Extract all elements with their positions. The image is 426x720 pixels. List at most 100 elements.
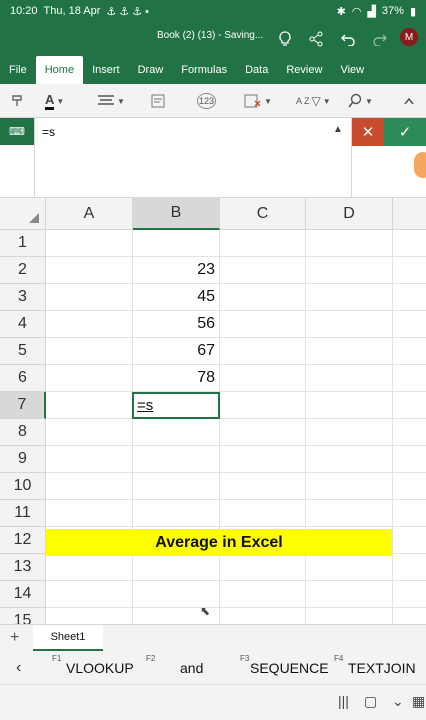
suggestion-textjoin[interactable]: TEXTJOIN <box>348 660 416 676</box>
recent-apps-icon[interactable]: ||| <box>338 693 349 709</box>
sort-filter-button[interactable]: A Z ▽ ▼ <box>296 90 331 112</box>
grid-cell[interactable] <box>220 230 306 257</box>
grid-cell[interactable] <box>306 473 393 500</box>
grid-cell[interactable] <box>393 473 426 500</box>
grid-cell[interactable] <box>133 446 220 473</box>
tab-formulas[interactable]: Formulas <box>172 56 236 84</box>
grid-cell[interactable] <box>133 419 220 446</box>
back-icon[interactable]: ⌄ <box>392 693 404 710</box>
cell-b5[interactable]: 67 <box>133 338 220 365</box>
formula-input[interactable]: =s <box>42 125 55 139</box>
grid-cell[interactable] <box>306 365 393 392</box>
row-header-3[interactable]: 3 <box>0 284 46 311</box>
row-header-11[interactable]: 11 <box>0 500 46 527</box>
grid-cell[interactable] <box>393 230 426 257</box>
banner-average-in-excel[interactable]: Average in Excel <box>46 529 392 556</box>
grid-cell[interactable] <box>306 338 393 365</box>
enter-formula-button[interactable]: ✓ <box>384 118 426 146</box>
grid-cell[interactable] <box>46 446 133 473</box>
cell-b3[interactable]: 45 <box>133 284 220 311</box>
home-icon[interactable]: ▢ <box>364 693 377 710</box>
undo-icon[interactable] <box>337 28 359 50</box>
column-header-e[interactable] <box>393 198 426 230</box>
grid-cell[interactable] <box>306 581 393 608</box>
find-button[interactable]: ▼ <box>347 90 373 112</box>
grid-cell[interactable] <box>46 311 133 338</box>
select-all-corner[interactable] <box>0 198 46 230</box>
user-avatar[interactable]: M <box>400 28 418 46</box>
grid-cell[interactable] <box>220 473 306 500</box>
grid-cell[interactable] <box>133 473 220 500</box>
number-format-button[interactable]: 123 <box>197 90 217 112</box>
grid-cell[interactable] <box>220 365 306 392</box>
tab-insert[interactable]: Insert <box>83 56 129 84</box>
grid-cell[interactable] <box>220 500 306 527</box>
grid-cell[interactable] <box>306 311 393 338</box>
cell-b6[interactable]: 78 <box>133 365 220 392</box>
grid-cell[interactable] <box>220 419 306 446</box>
grid-cell[interactable] <box>306 392 393 419</box>
grid-cell[interactable] <box>46 284 133 311</box>
row-header-1[interactable]: 1 <box>0 230 46 257</box>
grid-cell[interactable] <box>393 284 426 311</box>
cell-b4[interactable]: 56 <box>133 311 220 338</box>
grid-cell[interactable] <box>220 554 306 581</box>
grid-cell[interactable] <box>46 608 133 624</box>
grid-cell[interactable] <box>220 338 306 365</box>
grid-cell[interactable] <box>133 554 220 581</box>
cancel-formula-button[interactable]: ✕ <box>352 118 384 146</box>
row-header-9[interactable]: 9 <box>0 446 46 473</box>
row-header-14[interactable]: 14 <box>0 581 46 608</box>
format-painter-icon[interactable] <box>10 90 26 112</box>
grid-cell[interactable] <box>46 257 133 284</box>
tab-view[interactable]: View <box>331 56 373 84</box>
grid-cell[interactable] <box>306 446 393 473</box>
row-header-2[interactable]: 2 <box>0 257 46 284</box>
cell-b2[interactable]: 23 <box>133 257 220 284</box>
column-header-d[interactable]: D <box>306 198 393 230</box>
grid-cell[interactable] <box>393 338 426 365</box>
grid-cell[interactable] <box>393 581 426 608</box>
insert-delete-cells-button[interactable]: ▼ <box>244 90 272 112</box>
column-header-a[interactable]: A <box>46 198 133 230</box>
grid-cell[interactable] <box>220 311 306 338</box>
grid-cell[interactable] <box>220 608 306 624</box>
suggestion-and[interactable]: and <box>180 660 203 676</box>
tab-home[interactable]: Home <box>35 56 84 84</box>
grid-cell[interactable] <box>393 446 426 473</box>
align-button[interactable]: ▼ <box>97 90 125 112</box>
grid-cell[interactable] <box>393 608 426 624</box>
grid-cell[interactable] <box>393 419 426 446</box>
column-header-b[interactable]: B <box>133 198 220 230</box>
grid-cell[interactable] <box>393 527 426 554</box>
floating-handle[interactable] <box>414 152 426 178</box>
cell-b7-input[interactable]: =s <box>137 397 153 414</box>
share-icon[interactable] <box>305 28 327 50</box>
grid-cell[interactable] <box>306 608 393 624</box>
tab-draw[interactable]: Draw <box>129 56 173 84</box>
column-header-c[interactable]: C <box>220 198 306 230</box>
grid-cell[interactable] <box>306 500 393 527</box>
grid-cell[interactable] <box>393 500 426 527</box>
grid-cell[interactable] <box>393 257 426 284</box>
grid-cell[interactable] <box>220 581 306 608</box>
redo-icon[interactable] <box>369 28 391 50</box>
grid-cell[interactable] <box>393 392 426 419</box>
row-header-12[interactable]: 12 <box>0 527 46 554</box>
keyboard-toggle-icon[interactable]: ▦ <box>412 693 425 710</box>
row-header-13[interactable]: 13 <box>0 554 46 581</box>
grid-cell[interactable] <box>46 554 133 581</box>
lightbulb-icon[interactable] <box>274 28 296 50</box>
grid-cell[interactable] <box>46 473 133 500</box>
spreadsheet-grid[interactable]: A B C D 1 2 3 4 5 6 7 8 9 10 11 12 13 14… <box>0 198 426 624</box>
font-color-button[interactable]: A ▼ <box>45 90 64 112</box>
chevron-up-icon[interactable]: ▲ <box>333 124 343 135</box>
grid-cell[interactable] <box>220 392 306 419</box>
grid-cell[interactable] <box>393 554 426 581</box>
chevron-left-icon[interactable]: ‹ <box>16 659 21 677</box>
tab-file[interactable]: File <box>0 56 36 84</box>
grid-cell[interactable] <box>306 284 393 311</box>
grid-cell[interactable] <box>306 257 393 284</box>
grid-cell[interactable] <box>306 419 393 446</box>
wrap-text-icon[interactable] <box>150 90 166 112</box>
